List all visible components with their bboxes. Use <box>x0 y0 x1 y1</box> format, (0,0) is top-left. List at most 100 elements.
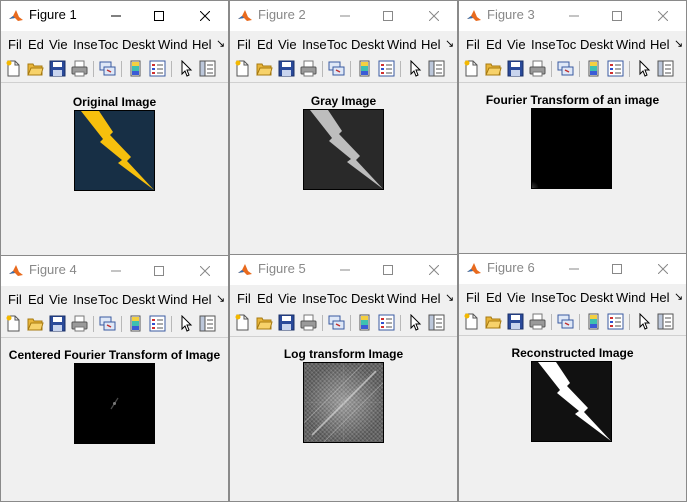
insert-legend-icon[interactable] <box>378 314 395 331</box>
new-figure-icon[interactable] <box>5 315 22 332</box>
close-button[interactable] <box>190 256 220 286</box>
property-inspector-icon[interactable] <box>657 313 674 330</box>
link-plot-icon[interactable] <box>328 60 345 77</box>
menu-help[interactable]: Hel <box>421 37 441 52</box>
figure-window-1[interactable]: Figure 1 Fil Ed Vie Inse Toc Deskt Wind … <box>0 0 229 256</box>
print-icon[interactable] <box>529 313 546 330</box>
menu-view[interactable]: Vie <box>507 290 526 305</box>
menu-help[interactable]: Hel <box>192 292 212 307</box>
menu-file[interactable]: Fil <box>237 291 251 306</box>
menu-view[interactable]: Vie <box>507 37 526 52</box>
menu-insert[interactable]: Inse <box>531 290 556 305</box>
menu-tools[interactable]: Toc <box>556 37 576 52</box>
menu-desktop[interactable]: Deskt <box>122 37 155 52</box>
title-bar[interactable]: Figure 2 <box>230 1 457 31</box>
menu-view[interactable]: Vie <box>278 37 297 52</box>
menu-file[interactable]: Fil <box>8 37 22 52</box>
close-button[interactable] <box>190 1 220 31</box>
menu-view[interactable]: Vie <box>278 291 297 306</box>
insert-legend-icon[interactable] <box>607 313 624 330</box>
open-file-icon[interactable] <box>485 313 502 330</box>
insert-colorbar-icon[interactable] <box>356 60 373 77</box>
edit-plot-arrow-icon[interactable] <box>406 314 423 331</box>
property-inspector-icon[interactable] <box>657 60 674 77</box>
print-icon[interactable] <box>300 314 317 331</box>
menu-view[interactable]: Vie <box>49 37 68 52</box>
menu-insert[interactable]: Inse <box>302 291 327 306</box>
menu-insert[interactable]: Inse <box>302 37 327 52</box>
save-icon[interactable] <box>507 313 524 330</box>
menu-overflow-arrow[interactable]: ↘ <box>445 291 454 304</box>
menu-edit[interactable]: Ed <box>486 290 502 305</box>
link-plot-icon[interactable] <box>99 60 116 77</box>
open-file-icon[interactable] <box>256 60 273 77</box>
open-file-icon[interactable] <box>27 315 44 332</box>
maximize-button[interactable] <box>373 255 403 285</box>
open-file-icon[interactable] <box>27 60 44 77</box>
menu-file[interactable]: Fil <box>237 37 251 52</box>
property-inspector-icon[interactable] <box>199 60 216 77</box>
insert-colorbar-icon[interactable] <box>127 60 144 77</box>
property-inspector-icon[interactable] <box>428 60 445 77</box>
save-icon[interactable] <box>278 314 295 331</box>
menu-desktop[interactable]: Deskt <box>122 292 155 307</box>
menu-tools[interactable]: Toc <box>98 37 118 52</box>
edit-plot-arrow-icon[interactable] <box>635 60 652 77</box>
menu-overflow-arrow[interactable]: ↘ <box>674 37 683 50</box>
title-bar[interactable]: Figure 6 <box>459 254 686 284</box>
menu-window[interactable]: Wind <box>387 291 417 306</box>
menu-desktop[interactable]: Deskt <box>351 291 384 306</box>
menu-file[interactable]: Fil <box>466 37 480 52</box>
menu-edit[interactable]: Ed <box>28 37 44 52</box>
menu-help[interactable]: Hel <box>192 37 212 52</box>
open-file-icon[interactable] <box>256 314 273 331</box>
print-icon[interactable] <box>300 60 317 77</box>
menu-insert[interactable]: Inse <box>73 292 98 307</box>
edit-plot-arrow-icon[interactable] <box>406 60 423 77</box>
close-button[interactable] <box>648 254 678 284</box>
property-inspector-icon[interactable] <box>428 314 445 331</box>
edit-plot-arrow-icon[interactable] <box>177 60 194 77</box>
insert-colorbar-icon[interactable] <box>127 315 144 332</box>
close-button[interactable] <box>648 1 678 31</box>
minimize-button[interactable] <box>559 254 589 284</box>
save-icon[interactable] <box>507 60 524 77</box>
close-button[interactable] <box>419 255 449 285</box>
menu-edit[interactable]: Ed <box>257 291 273 306</box>
minimize-button[interactable] <box>559 1 589 31</box>
menu-help[interactable]: Hel <box>650 290 670 305</box>
edit-plot-arrow-icon[interactable] <box>635 313 652 330</box>
menu-overflow-arrow[interactable]: ↘ <box>445 37 454 50</box>
menu-desktop[interactable]: Deskt <box>351 37 384 52</box>
property-inspector-icon[interactable] <box>199 315 216 332</box>
menu-help[interactable]: Hel <box>421 291 441 306</box>
menu-overflow-arrow[interactable]: ↘ <box>674 290 683 303</box>
menu-help[interactable]: Hel <box>650 37 670 52</box>
menu-tools[interactable]: Toc <box>556 290 576 305</box>
menu-view[interactable]: Vie <box>49 292 68 307</box>
minimize-button[interactable] <box>101 1 131 31</box>
maximize-button[interactable] <box>602 1 632 31</box>
menu-window[interactable]: Wind <box>616 37 646 52</box>
link-plot-icon[interactable] <box>557 60 574 77</box>
maximize-button[interactable] <box>144 256 174 286</box>
minimize-button[interactable] <box>330 1 360 31</box>
new-figure-icon[interactable] <box>463 60 480 77</box>
menu-insert[interactable]: Inse <box>531 37 556 52</box>
menu-edit[interactable]: Ed <box>28 292 44 307</box>
title-bar[interactable]: Figure 3 <box>459 1 686 31</box>
insert-colorbar-icon[interactable] <box>585 313 602 330</box>
menu-file[interactable]: Fil <box>8 292 22 307</box>
menu-window[interactable]: Wind <box>387 37 417 52</box>
menu-edit[interactable]: Ed <box>486 37 502 52</box>
menu-overflow-arrow[interactable]: ↘ <box>216 37 225 50</box>
menu-desktop[interactable]: Deskt <box>580 290 613 305</box>
maximize-button[interactable] <box>373 1 403 31</box>
title-bar[interactable]: Figure 5 <box>230 255 457 285</box>
save-icon[interactable] <box>49 315 66 332</box>
insert-legend-icon[interactable] <box>149 60 166 77</box>
close-button[interactable] <box>419 1 449 31</box>
maximize-button[interactable] <box>602 254 632 284</box>
link-plot-icon[interactable] <box>328 314 345 331</box>
save-icon[interactable] <box>49 60 66 77</box>
